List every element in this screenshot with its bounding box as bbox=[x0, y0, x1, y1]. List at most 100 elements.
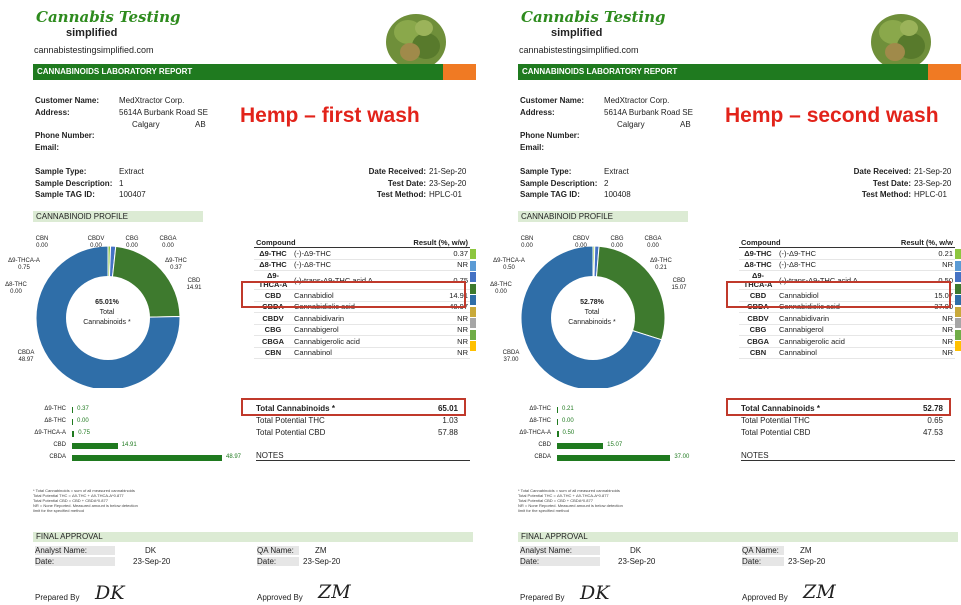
approved-by-label: Approved By bbox=[257, 593, 303, 602]
brand-subtitle: simplified bbox=[66, 27, 118, 39]
date-received-label: Date Received: bbox=[368, 167, 426, 176]
donut-label-name: CBGA bbox=[644, 236, 662, 242]
compound-abbreviation: CBDV bbox=[739, 312, 777, 325]
donut-label: CBDV 0.00 bbox=[76, 236, 116, 250]
report-header-bar: CANNABINOIDS LABORATORY REPORT bbox=[33, 64, 443, 80]
result-value: NR bbox=[396, 335, 470, 348]
test-date-label: Test Date: bbox=[872, 179, 911, 188]
donut-label-value: 14.91 bbox=[186, 285, 202, 291]
donut-label-value: 15.07 bbox=[671, 285, 687, 291]
bar-category-label: CBD bbox=[538, 442, 551, 448]
date-received-label: Date Received: bbox=[853, 167, 911, 176]
donut-label-value: 0.00 bbox=[162, 243, 174, 249]
legend-swatch bbox=[955, 295, 961, 305]
bar-value-label: 0.00 bbox=[562, 418, 574, 424]
legend-swatch bbox=[470, 249, 476, 259]
bar-mark bbox=[557, 443, 604, 449]
donut-label-value: 0.00 bbox=[521, 243, 533, 249]
legend-swatch bbox=[955, 341, 961, 351]
brand-subtitle: simplified bbox=[551, 27, 603, 39]
legend-swatch bbox=[955, 260, 961, 271]
compound-abbreviation: CBN bbox=[254, 347, 292, 359]
legend-swatch bbox=[955, 249, 961, 259]
bar-mark bbox=[72, 419, 73, 425]
donut-label-value: 0.00 bbox=[495, 289, 507, 295]
date-received-value: 21-Sep-20 bbox=[429, 167, 467, 176]
compound-abbreviation: CBN bbox=[739, 347, 777, 359]
donut-label-value: 0.00 bbox=[10, 289, 22, 295]
bar-category-label: Δ9-THC bbox=[529, 406, 551, 412]
city-value: Calgary bbox=[617, 120, 645, 129]
compound-abbreviation: CBG bbox=[739, 324, 777, 336]
compound-name: Cannabidivarin bbox=[292, 312, 397, 325]
donut-label: CBD 14.91 bbox=[174, 278, 214, 292]
sample-tag-label: Sample TAG ID: bbox=[520, 190, 580, 199]
city-value: Calgary bbox=[132, 120, 160, 129]
compound-name: Cannabinol bbox=[292, 347, 397, 359]
total-cbd-label: Total Potential CBD bbox=[256, 428, 326, 437]
phone-label: Phone Number: bbox=[35, 131, 95, 140]
result-value: NR bbox=[396, 259, 470, 271]
compound-name: Cannabigerol bbox=[777, 324, 884, 336]
final-approval-header: FINAL APPROVAL bbox=[33, 532, 473, 542]
accent-bar bbox=[928, 64, 961, 80]
donut-center-label: Total bbox=[584, 309, 600, 316]
date-label: Date: bbox=[742, 557, 784, 566]
compound-abbreviation: Δ9-THC bbox=[739, 247, 777, 260]
date-value: 23-Sep-20 bbox=[133, 557, 171, 566]
address-label: Address: bbox=[520, 108, 555, 117]
address-value: 5614A Burbank Road SE bbox=[119, 108, 208, 117]
highlight-box bbox=[241, 398, 466, 416]
compound-abbreviation: Δ8-THC bbox=[739, 259, 777, 271]
website-link[interactable]: cannabistestingsimplified.com bbox=[34, 45, 154, 55]
overlay-title: Hemp – second wash bbox=[725, 104, 939, 127]
table-row: CBGA Cannabigerolic acid NR bbox=[739, 335, 955, 348]
table-row: CBDV Cannabidivarin NR bbox=[739, 312, 955, 325]
sample-tag-value: 100408 bbox=[604, 190, 631, 199]
qa-name-value: ZM bbox=[800, 546, 812, 555]
bar-category-label: Δ9-THCA-A bbox=[519, 430, 551, 436]
highlight-box bbox=[726, 398, 951, 416]
website-link[interactable]: cannabistestingsimplified.com bbox=[519, 45, 639, 55]
donut-label-name: Δ8-THC bbox=[490, 282, 512, 288]
test-date-value: 23-Sep-20 bbox=[914, 179, 952, 188]
donut-label-name: CBDA bbox=[17, 350, 35, 356]
footnote-line: limit for the specified method bbox=[518, 508, 569, 513]
analyst-name-value: DK bbox=[145, 546, 157, 555]
bar-value-label: 0.37 bbox=[77, 406, 89, 412]
province-value: AB bbox=[195, 120, 206, 129]
bar-value-label: 0.00 bbox=[77, 418, 89, 424]
table-row: Δ9-THC (-)-Δ9-THC 0.37 bbox=[254, 247, 470, 260]
date-value: 23-Sep-20 bbox=[618, 557, 656, 566]
date-label: Date: bbox=[35, 557, 115, 566]
table-row: CBDV Cannabidivarin NR bbox=[254, 312, 470, 325]
bar-value-label: 37.00 bbox=[674, 454, 690, 460]
footnotes: * Total Cannabinoids = sum of all measur… bbox=[518, 488, 658, 513]
qa-name-label: QA Name: bbox=[257, 546, 299, 555]
donut-label: Δ8-THC 0.00 bbox=[0, 282, 36, 296]
prepared-by-label: Prepared By bbox=[35, 593, 80, 602]
result-value: 0.37 bbox=[396, 247, 470, 260]
date-value: 23-Sep-20 bbox=[788, 557, 826, 566]
donut-label-name: Δ8-THC bbox=[5, 282, 27, 288]
donut-label-value: 0.21 bbox=[655, 265, 667, 271]
donut-center-label: Cannabinoids * bbox=[83, 319, 131, 326]
compound-name: Cannabidivarin bbox=[777, 312, 884, 325]
donut-label: CBN 0.00 bbox=[507, 236, 547, 250]
customer-label: Customer Name: bbox=[520, 96, 585, 105]
table-row: CBG Cannabigerol NR bbox=[254, 324, 470, 336]
notes-label: NOTES bbox=[741, 451, 955, 461]
donut-label-name: CBN bbox=[35, 236, 49, 242]
donut-label-name: Δ9-THC bbox=[165, 258, 187, 264]
result-value: NR bbox=[883, 335, 955, 348]
customer-value: MedXtractor Corp. bbox=[604, 96, 670, 105]
date-value: 23-Sep-20 bbox=[303, 557, 341, 566]
donut-label-value: 0.00 bbox=[575, 243, 587, 249]
bar-category-label: CBDA bbox=[534, 454, 551, 460]
table-row: CBGA Cannabigerolic acid NR bbox=[254, 335, 470, 348]
donut-label: Δ9-THC 0.37 bbox=[156, 258, 196, 272]
total-cbd-value: 47.53 bbox=[922, 428, 943, 437]
donut-label-value: 0.00 bbox=[36, 243, 48, 249]
result-value: NR bbox=[396, 312, 470, 325]
email-label: Email: bbox=[520, 143, 545, 152]
